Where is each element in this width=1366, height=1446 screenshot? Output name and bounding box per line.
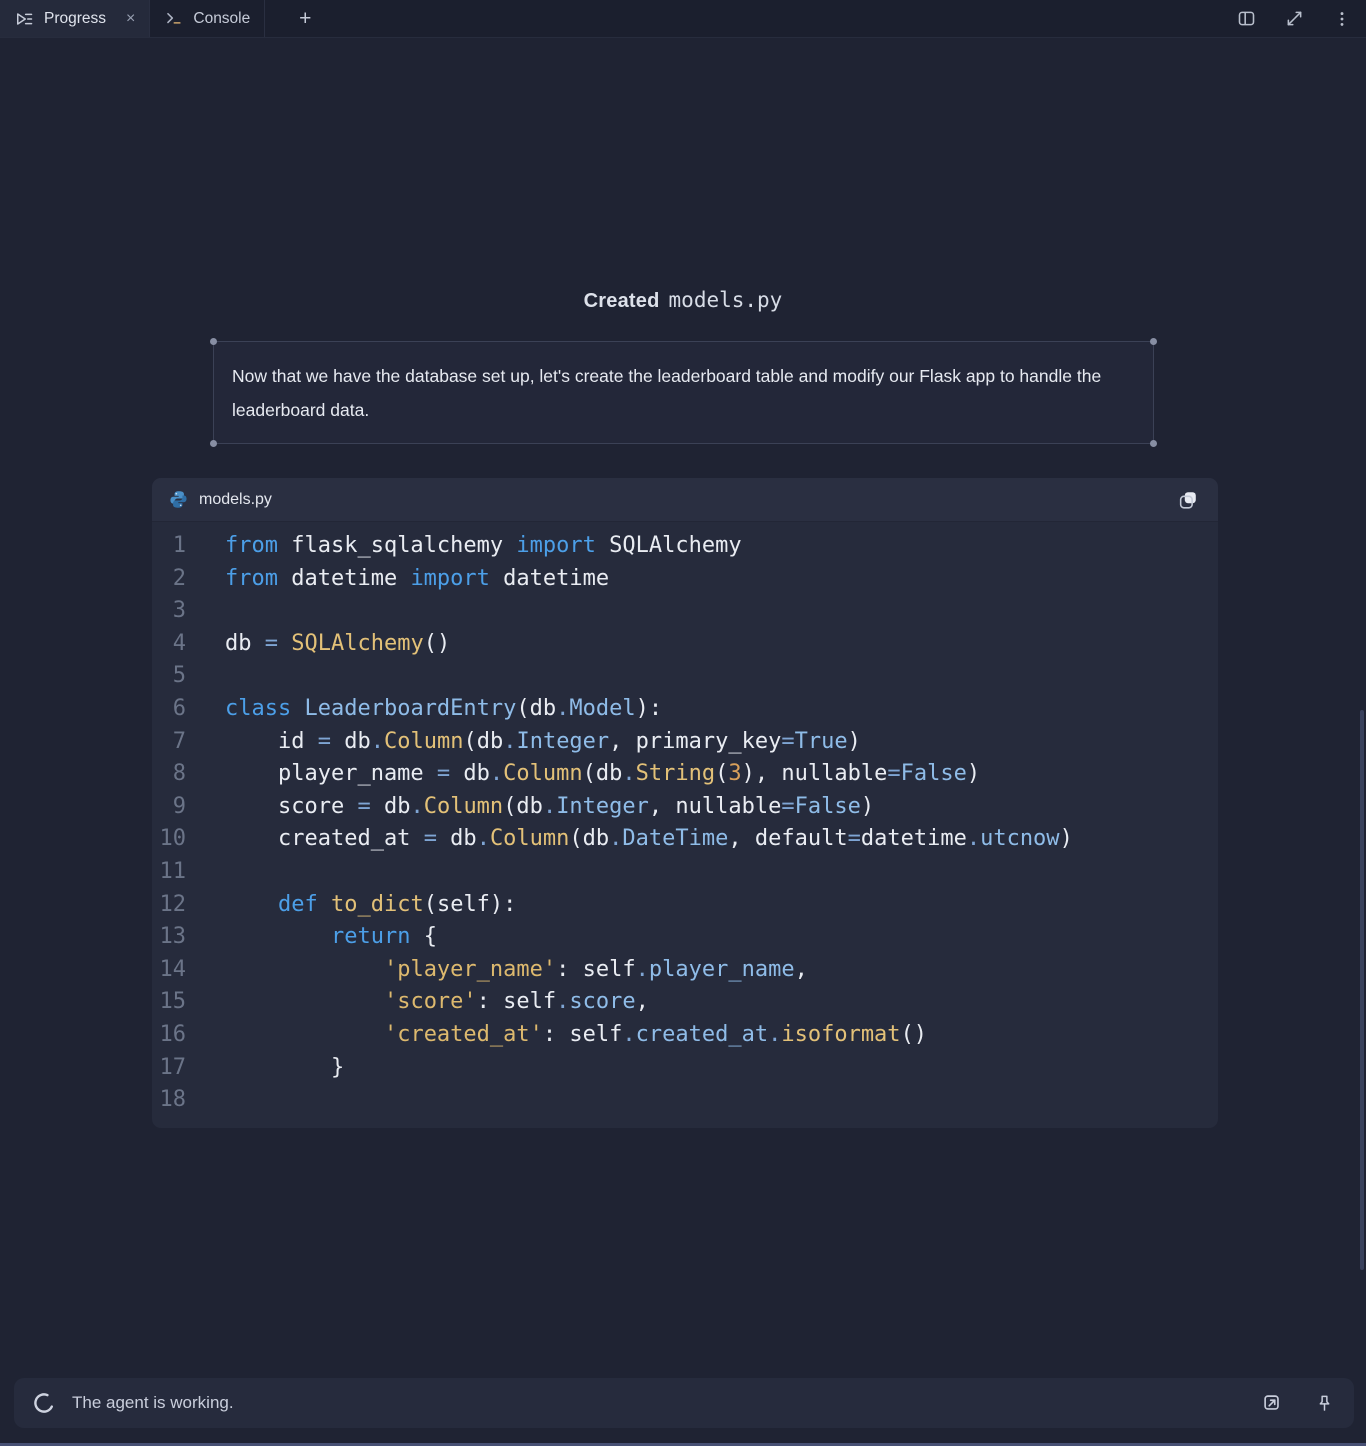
line-number: 11 [152, 856, 186, 889]
terminal-icon [164, 9, 183, 28]
line-number: 2 [152, 563, 186, 596]
code-line: 8 player_name = db.Column(db.String(3), … [152, 758, 1218, 791]
status-actions [1260, 1391, 1336, 1415]
event-action-label: Created [584, 290, 660, 312]
tab-bar: Progress × Console + [0, 0, 1366, 38]
window-controls [1234, 0, 1354, 37]
pin-icon[interactable] [1312, 1391, 1336, 1415]
line-number: 1 [152, 530, 186, 563]
code-line: 14 'player_name': self.player_name, [152, 954, 1218, 987]
code-card-header: models.py [152, 478, 1218, 522]
tab-console[interactable]: Console [150, 0, 265, 37]
line-number: 14 [152, 954, 186, 987]
line-number: 13 [152, 921, 186, 954]
resize-handle[interactable] [210, 440, 217, 447]
agent-status-bar: The agent is working. [14, 1378, 1354, 1428]
line-number: 16 [152, 1019, 186, 1052]
new-tab-button[interactable]: + [265, 0, 345, 37]
line-number: 15 [152, 986, 186, 1019]
event-file-name: models.py [669, 288, 783, 312]
copy-code-button[interactable] [1174, 486, 1202, 514]
scrollbar-thumb[interactable] [1360, 710, 1364, 1270]
line-number: 9 [152, 791, 186, 824]
open-external-icon[interactable] [1260, 1391, 1284, 1415]
code-line: 6class LeaderboardEntry(db.Model): [152, 693, 1218, 726]
code-line: 1from flask_sqlalchemy import SQLAlchemy [152, 530, 1218, 563]
tab-progress[interactable]: Progress × [0, 0, 150, 37]
line-number: 3 [152, 595, 186, 628]
code-line: 2from datetime import datetime [152, 563, 1218, 596]
code-line: 4db = SQLAlchemy() [152, 628, 1218, 661]
code-filename: models.py [199, 491, 272, 509]
line-number: 10 [152, 823, 186, 856]
code-line: 9 score = db.Column(db.Integer, nullable… [152, 791, 1218, 824]
code-lines: 1from flask_sqlalchemy import SQLAlchemy… [152, 522, 1218, 1117]
expand-icon[interactable] [1282, 7, 1306, 31]
agent-workspace: Progress × Console + [0, 0, 1366, 1446]
code-line: 7 id = db.Column(db.Integer, primary_key… [152, 726, 1218, 759]
agent-note-text: Now that we have the database set up, le… [232, 359, 1135, 427]
line-number: 12 [152, 889, 186, 922]
close-tab-icon[interactable]: × [126, 11, 135, 27]
more-vertical-icon[interactable] [1330, 7, 1354, 31]
tab-progress-label: Progress [44, 10, 106, 28]
agent-status-text: The agent is working. [72, 1393, 234, 1413]
code-line: 5 [152, 660, 1218, 693]
code-line: 16 'created_at': self.created_at.isoform… [152, 1019, 1218, 1052]
code-line: 13 return { [152, 921, 1218, 954]
tab-console-label: Console [193, 10, 250, 28]
code-line: 12 def to_dict(self): [152, 889, 1218, 922]
line-number: 6 [152, 693, 186, 726]
resize-handle[interactable] [210, 338, 217, 345]
python-icon [168, 489, 189, 510]
code-line: 18 [152, 1084, 1218, 1117]
progress-icon [14, 9, 34, 29]
split-view-icon[interactable] [1234, 7, 1258, 31]
code-line: 3 [152, 595, 1218, 628]
code-line: 15 'score': self.score, [152, 986, 1218, 1019]
code-line: 17 } [152, 1052, 1218, 1085]
resize-handle[interactable] [1150, 440, 1157, 447]
code-line: 11 [152, 856, 1218, 889]
line-number: 18 [152, 1084, 186, 1117]
resize-handle[interactable] [1150, 338, 1157, 345]
spinner-icon [32, 1391, 56, 1415]
code-card: models.py 1from flask_sqlalchemy import … [152, 478, 1218, 1128]
event-title: Created models.py [0, 288, 1366, 313]
agent-note: Now that we have the database set up, le… [213, 341, 1154, 444]
line-number: 4 [152, 628, 186, 661]
line-number: 17 [152, 1052, 186, 1085]
code-line: 10 created_at = db.Column(db.DateTime, d… [152, 823, 1218, 856]
line-number: 8 [152, 758, 186, 791]
line-number: 7 [152, 726, 186, 759]
line-number: 5 [152, 660, 186, 693]
